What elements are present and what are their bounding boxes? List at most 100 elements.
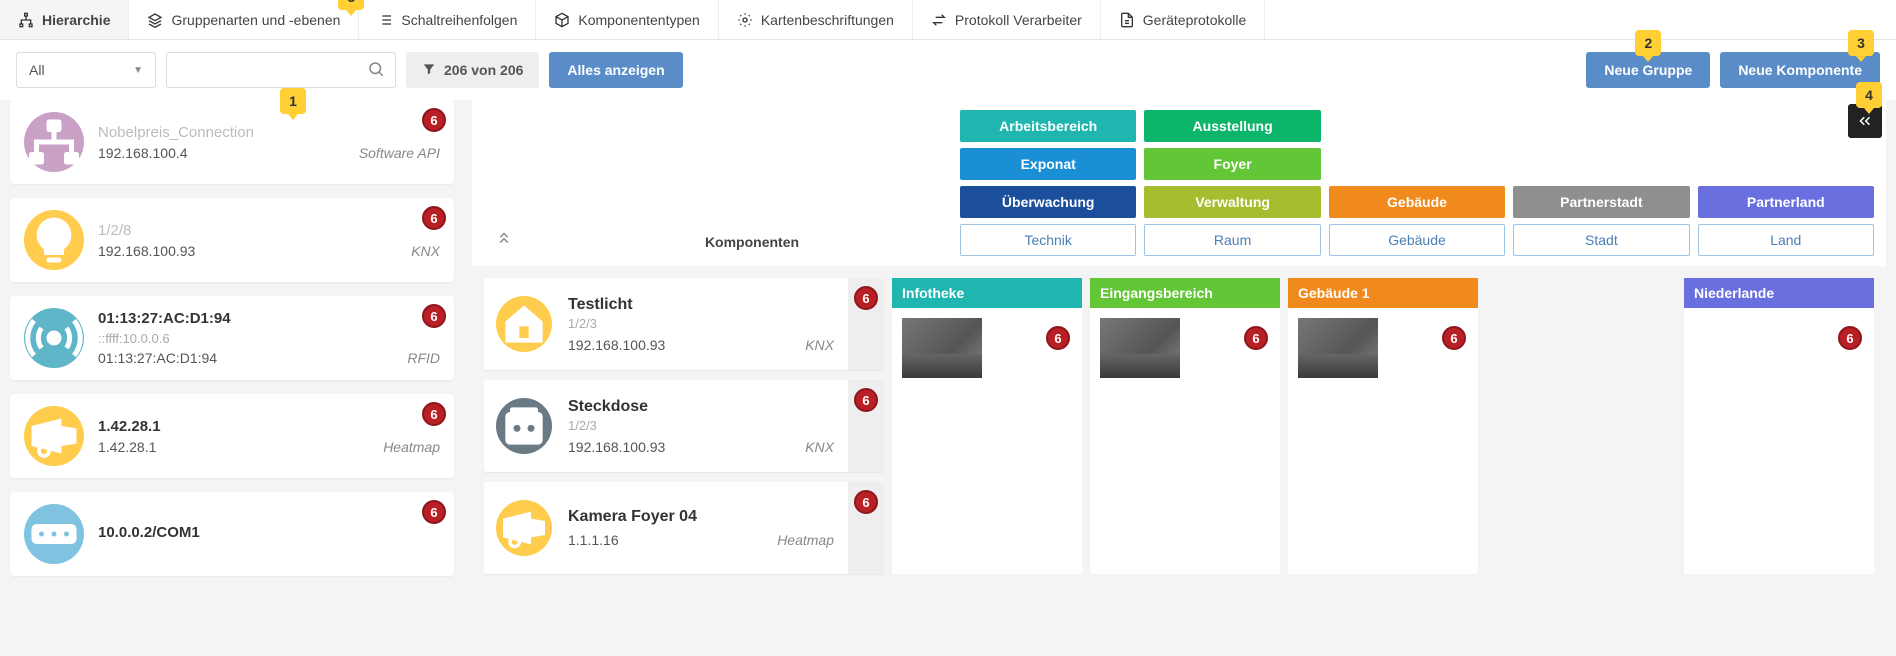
tab-schaltreihen[interactable]: Schaltreihenfolgen	[359, 0, 536, 39]
callout-4: 4	[1856, 82, 1882, 108]
component-card[interactable]: Kamera Foyer 04 1.1.1.16Heatmap 6	[484, 482, 884, 574]
sidebar-card[interactable]: 01:13:27:AC:D1:94 ::ffff:10.0.0.6 01:13:…	[10, 296, 454, 380]
category-chip[interactable]: Foyer	[1144, 148, 1320, 180]
category-chip[interactable]: Arbeitsbereich	[960, 110, 1136, 142]
category-chip[interactable]: Überwachung	[960, 186, 1136, 218]
category-chip[interactable]: Partnerland	[1698, 186, 1874, 218]
card-ip: 01:13:27:AC:D1:94	[98, 350, 217, 366]
tab-label: Kartenbeschriftungen	[761, 12, 894, 28]
tab-gruppenarten[interactable]: Gruppenarten und -ebenen 5	[129, 0, 359, 39]
group-column[interactable]: Eingangsbereich 6	[1090, 278, 1280, 574]
callout-5: 5	[338, 0, 364, 10]
camera-icon	[496, 500, 552, 556]
group-column[interactable]: Niederlande 6	[1684, 278, 1874, 574]
category-chip[interactable]: Ausstellung	[1144, 110, 1320, 142]
component-ip: 1.1.1.16	[568, 532, 619, 548]
level-chip[interactable]: Stadt	[1513, 224, 1689, 256]
serial-icon	[24, 504, 84, 564]
sidebar-card[interactable]: 1.42.28.1 1.42.28.1 Heatmap 6	[10, 394, 454, 478]
tab-label: Protokoll Verarbeiter	[955, 12, 1082, 28]
rfid-icon	[24, 308, 84, 368]
header-chip-col: Partnerstadt Stadt	[1513, 110, 1689, 256]
network-icon	[24, 112, 84, 172]
filter-select[interactable]: All ▼	[16, 52, 156, 88]
callout-1: 1	[280, 88, 306, 114]
category-chip[interactable]: Gebäude	[1329, 186, 1505, 218]
filter-select-value: All	[29, 62, 45, 78]
level-chip[interactable]: Land	[1698, 224, 1874, 256]
level-chip[interactable]: Gebäude	[1329, 224, 1505, 256]
search-input[interactable]	[177, 62, 367, 78]
component-card[interactable]: Steckdose 1/2/3 192.168.100.93KNX 6	[484, 380, 884, 472]
camera-icon	[24, 406, 84, 466]
bulb-icon	[24, 210, 84, 270]
sidebar-card[interactable]: Nobelpreis_Connection 192.168.100.4 Soft…	[10, 100, 454, 184]
status-badge: 6	[1046, 326, 1070, 350]
components-col-label: Komponenten	[552, 234, 952, 256]
group-body: 6	[1288, 308, 1478, 574]
list-icon	[377, 12, 393, 28]
card-ip: 192.168.100.93	[98, 243, 195, 259]
card-subtitle: ::ffff:10.0.0.6	[98, 331, 440, 346]
show-all-button[interactable]: Alles anzeigen	[549, 52, 682, 88]
group-header: Gebäude 1	[1288, 278, 1478, 308]
callout-2: 2	[1635, 30, 1661, 56]
body-grid: Testlicht 1/2/3 192.168.100.93KNX 6 Stec…	[472, 266, 1886, 638]
component-protocol: KNX	[805, 439, 834, 455]
sidebar-card[interactable]: 10.0.0.2/COM1 6	[10, 492, 454, 576]
status-badge: 6	[1838, 326, 1862, 350]
sidebar[interactable]: Nobelpreis_Connection 192.168.100.4 Soft…	[10, 100, 460, 638]
collapse-up-icon[interactable]	[484, 229, 524, 256]
group-column[interactable]	[1486, 278, 1676, 574]
column-header: Komponenten 4 ArbeitsbereichExponatÜberw…	[472, 100, 1886, 266]
component-title: Steckdose	[568, 398, 844, 416]
sidebar-card[interactable]: 1/2/8 192.168.100.93 KNX 6	[10, 198, 454, 282]
card-protocol: Software API	[359, 145, 440, 161]
group-body: 6	[1090, 308, 1280, 574]
house-plug-icon	[496, 296, 552, 352]
cube-icon	[554, 12, 570, 28]
category-chip[interactable]: Verwaltung	[1144, 186, 1320, 218]
card-title: 10.0.0.2/COM1	[98, 524, 440, 541]
group-header: Eingangsbereich	[1090, 278, 1280, 308]
tab-hierarchie[interactable]: Hierarchie	[0, 0, 129, 39]
tab-protokoll-verarbeiter[interactable]: Protokoll Verarbeiter	[913, 0, 1101, 39]
search-box	[166, 52, 396, 88]
hierarchy-icon	[18, 12, 34, 28]
top-nav: Hierarchie Gruppenarten und -ebenen 5 Sc…	[0, 0, 1896, 40]
card-protocol: Heatmap	[383, 439, 440, 455]
group-thumbnail	[1100, 318, 1180, 378]
swap-icon	[931, 12, 947, 28]
tab-kartenbeschriftungen[interactable]: Kartenbeschriftungen	[719, 0, 913, 39]
component-badge-rail: 6	[848, 278, 884, 370]
card-title: 1/2/8	[98, 222, 440, 239]
component-title: Kamera Foyer 04	[568, 508, 844, 526]
card-title: Nobelpreis_Connection	[98, 124, 440, 141]
tab-geraeteprotokolle[interactable]: Geräteprotokolle	[1101, 0, 1266, 39]
status-badge: 6	[854, 286, 878, 310]
main: Nobelpreis_Connection 192.168.100.4 Soft…	[0, 100, 1896, 648]
card-ip: 192.168.100.4	[98, 145, 188, 161]
level-chip[interactable]: Technik	[960, 224, 1136, 256]
card-title: 1.42.28.1	[98, 418, 440, 435]
tab-komponententypen[interactable]: Komponententypen	[536, 0, 718, 39]
socket-icon	[496, 398, 552, 454]
component-ip: 192.168.100.93	[568, 337, 665, 353]
status-badge: 6	[422, 206, 446, 230]
tab-label: Schaltreihenfolgen	[401, 12, 517, 28]
filter-count[interactable]: 206 von 206	[406, 52, 539, 88]
tab-label: Geräteprotokolle	[1143, 12, 1247, 28]
category-chip[interactable]: Exponat	[960, 148, 1136, 180]
group-body: 6	[1684, 308, 1874, 574]
search-icon[interactable]	[367, 60, 385, 81]
group-column[interactable]: Gebäude 1 6	[1288, 278, 1478, 574]
component-card[interactable]: Testlicht 1/2/3 192.168.100.93KNX 6	[484, 278, 884, 370]
filter-count-text: 206 von 206	[444, 62, 523, 78]
level-chip[interactable]: Raum	[1144, 224, 1320, 256]
status-badge: 6	[1244, 326, 1268, 350]
right-panel: Komponenten 4 ArbeitsbereichExponatÜberw…	[472, 100, 1886, 638]
group-column[interactable]: Infotheke 6	[892, 278, 1082, 574]
component-title: Testlicht	[568, 296, 844, 314]
card-ip: 1.42.28.1	[98, 439, 156, 455]
category-chip[interactable]: Partnerstadt	[1513, 186, 1689, 218]
